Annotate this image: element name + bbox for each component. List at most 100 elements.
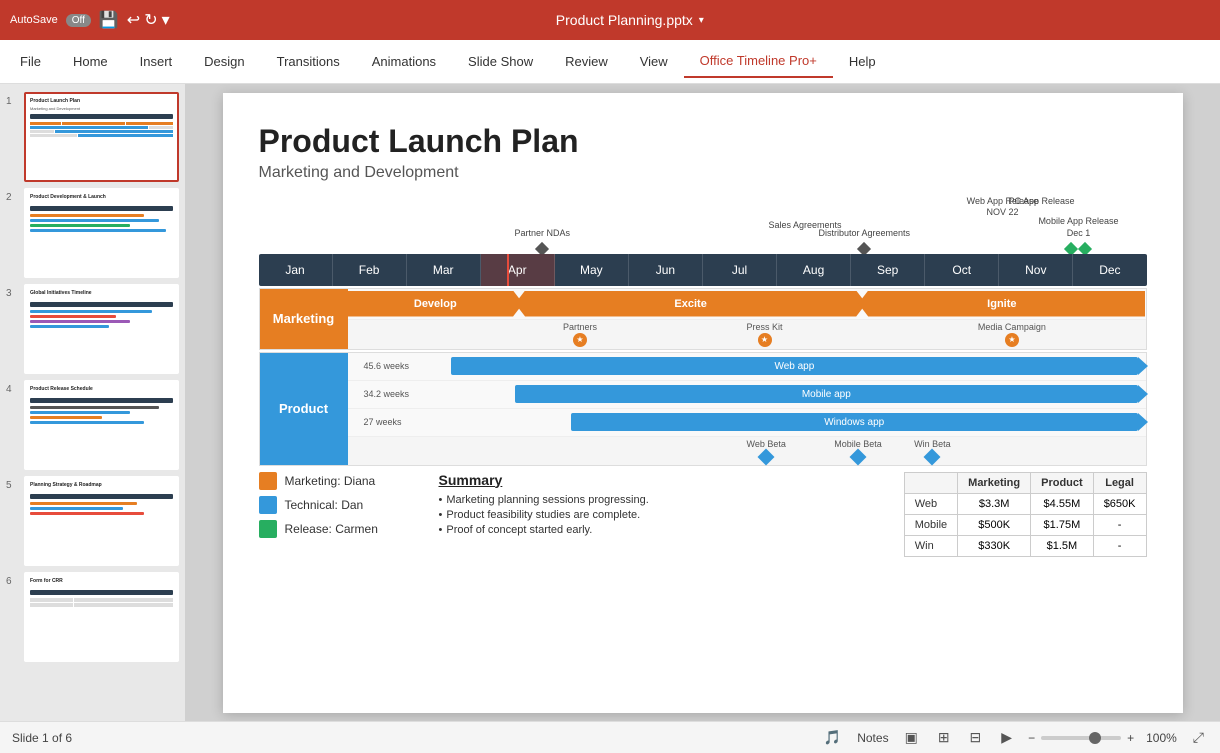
milestone-media: Media Campaign ★ <box>978 322 1046 347</box>
milestone-partners-dot: ★ <box>573 333 587 347</box>
summary-bullet-3: Proof of concept started early. <box>439 524 884 536</box>
timeline-wrapper: Jan Feb Mar Apr May Jun Jul Aug Sep Oct … <box>259 254 1147 286</box>
filename: Product Planning.pptx <box>556 12 693 28</box>
month-oct: Oct <box>925 254 999 286</box>
budget-cell-win-label: Win <box>904 535 957 556</box>
slide-num-4: 4 <box>6 380 20 395</box>
budget-cell-mobile-product: $1.75M <box>1031 514 1094 535</box>
slide-thumb-2[interactable]: 2 Product Development & Launch <box>6 188 179 278</box>
month-jan: Jan <box>259 254 333 286</box>
milestone-presskit-dot: ★ <box>758 333 772 347</box>
current-time-line <box>507 254 509 286</box>
month-aug: Aug <box>777 254 851 286</box>
zoom-slider[interactable] <box>1041 736 1121 740</box>
budget-row-mobile: Mobile $500K $1.75M - <box>904 514 1146 535</box>
budget-cell-mobile-label: Mobile <box>904 514 957 535</box>
mobile-bar: Mobile app <box>515 385 1137 403</box>
product-row-mobile: 34.2 weeks Mobile app <box>348 381 1146 409</box>
tab-office-timeline[interactable]: Office Timeline Pro+ <box>684 45 833 78</box>
legend-label-marketing: Marketing: Diana <box>285 474 376 488</box>
marketing-arrow-row: Develop Excite Ignite <box>348 289 1146 319</box>
zoom-control: − + <box>1028 731 1134 745</box>
fit-slide-button[interactable]: ⤢ <box>1189 727 1208 748</box>
slide-thumb-1[interactable]: 1 Product Launch Plan Marketing and Deve… <box>6 92 179 182</box>
tab-review[interactable]: Review <box>549 46 624 77</box>
tab-insert[interactable]: Insert <box>124 46 189 77</box>
budget-cell-web-legal: $650K <box>1093 493 1146 514</box>
budget-row-web: Web $3.3M $4.55M $650K <box>904 493 1146 514</box>
slide-num-2: 2 <box>6 188 20 203</box>
marketing-rows: Develop Excite Ignite Partners ★ <box>348 289 1146 349</box>
notes-button[interactable]: 🎵 <box>820 727 845 748</box>
budget-row-win: Win $330K $1.5M - <box>904 535 1146 556</box>
slideshow-button[interactable]: ▶ <box>997 727 1016 748</box>
milestones-above: Partner NDAs Sales Agreements Distributo… <box>259 196 1147 254</box>
slide-thumb-3[interactable]: 3 Global Initiatives Timeline <box>6 284 179 374</box>
budget-cell-mobile-legal: - <box>1093 514 1146 535</box>
zoom-minus[interactable]: − <box>1028 731 1035 745</box>
timeline-bar: Jan Feb Mar Apr May Jun Jul Aug Sep Oct … <box>259 254 1147 286</box>
title-center: Product Planning.pptx ▾ <box>182 12 1078 28</box>
tab-file[interactable]: File <box>4 46 57 77</box>
legend-marketing: Marketing: Diana <box>259 472 419 490</box>
summary-bullet-2: Product feasibility studies are complete… <box>439 509 884 521</box>
slide-num-1: 1 <box>6 92 20 107</box>
summary-bullet-1: Marketing planning sessions progressing. <box>439 494 884 506</box>
autosave-label: AutoSave <box>10 14 58 26</box>
slide-img-3[interactable]: Global Initiatives Timeline <box>24 284 179 374</box>
undo-button[interactable]: ↩ <box>127 10 140 30</box>
status-bar: Slide 1 of 6 🎵 Notes ▣ ⊞ ⊟ ▶ − + 100% ⤢ <box>0 721 1220 753</box>
reading-view-button[interactable]: ⊟ <box>966 727 986 748</box>
more-button[interactable]: ▾ <box>162 10 170 30</box>
autosave-toggle[interactable]: Off <box>66 14 91 27</box>
zoom-plus[interactable]: + <box>1127 731 1134 745</box>
slide-thumb-5[interactable]: 5 Planning Strategy & Roadmap <box>6 476 179 566</box>
month-dec: Dec <box>1073 254 1146 286</box>
slide-thumb-4[interactable]: 4 Product Release Schedule <box>6 380 179 470</box>
slide-canvas: Product Launch Plan Marketing and Develo… <box>223 93 1183 713</box>
marketing-milestones-row: Partners ★ Press Kit ★ <box>348 319 1146 349</box>
budget-header-row <box>904 472 957 493</box>
slide-img-6[interactable]: Form for CRR <box>24 572 179 662</box>
mobile-week-label: 34.2 weeks <box>363 389 409 399</box>
slide-sorter-button[interactable]: ⊞ <box>934 727 954 748</box>
milestone-mobileapp: Mobile App ReleaseDec 1 <box>1038 216 1118 253</box>
legend-label-release: Release: Carmen <box>285 522 378 536</box>
slide-img-4[interactable]: Product Release Schedule <box>24 380 179 470</box>
milestone-media-dot: ★ <box>1005 333 1019 347</box>
redo-button[interactable]: ↻ <box>144 10 157 30</box>
tab-home[interactable]: Home <box>57 46 124 77</box>
tab-design[interactable]: Design <box>188 46 260 77</box>
slide-img-2[interactable]: Product Development & Launch <box>24 188 179 278</box>
budget-header-product: Product <box>1031 472 1094 493</box>
legend-release: Release: Carmen <box>259 520 419 538</box>
slide-num-3: 3 <box>6 284 20 299</box>
legend-swatch-technical <box>259 496 277 514</box>
slide-num-5: 5 <box>6 476 20 491</box>
tab-help[interactable]: Help <box>833 46 892 77</box>
tab-animations[interactable]: Animations <box>356 46 452 77</box>
month-feb: Feb <box>333 254 407 286</box>
arrow-ignite: Ignite <box>858 291 1145 317</box>
legend-technical: Technical: Dan <box>259 496 419 514</box>
tab-slideshow[interactable]: Slide Show <box>452 46 549 77</box>
zoom-level: 100% <box>1146 731 1177 745</box>
save-icon[interactable]: 💾 <box>99 10 119 30</box>
budget-cell-web-label: Web <box>904 493 957 514</box>
slide-img-5[interactable]: Planning Strategy & Roadmap <box>24 476 179 566</box>
legend-label-technical: Technical: Dan <box>285 498 364 512</box>
tab-transitions[interactable]: Transitions <box>261 46 356 77</box>
slide-thumb-6[interactable]: 6 Form for CRR <box>6 572 179 662</box>
month-nov: Nov <box>999 254 1073 286</box>
product-row-webapp: 45.6 weeks Web app <box>348 353 1146 381</box>
slide-num-6: 6 <box>6 572 20 587</box>
webapp-bar: Web app <box>451 357 1137 375</box>
filename-dropdown[interactable]: ▾ <box>699 15 704 26</box>
main-area: 1 Product Launch Plan Marketing and Deve… <box>0 84 1220 721</box>
tab-view[interactable]: View <box>624 46 684 77</box>
budget-cell-win-product: $1.5M <box>1031 535 1094 556</box>
product-rows: 45.6 weeks Web app 34.2 weeks Mobile app <box>348 353 1146 465</box>
slide-img-1[interactable]: Product Launch Plan Marketing and Develo… <box>24 92 179 182</box>
month-mar: Mar <box>407 254 481 286</box>
normal-view-button[interactable]: ▣ <box>901 727 922 748</box>
